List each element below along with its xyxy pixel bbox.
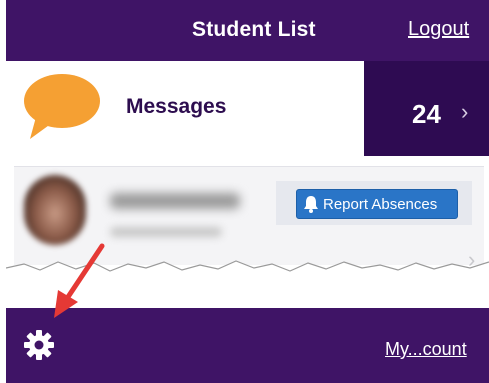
student-name-blurred (110, 193, 240, 209)
messages-count-button[interactable]: 24 › (364, 61, 489, 156)
speech-bubble-icon (24, 74, 100, 139)
page-title: Student List (192, 18, 316, 41)
student-avatar (24, 175, 86, 245)
torn-edge-divider (6, 260, 489, 280)
messages-row[interactable]: Messages 24 › (6, 61, 489, 156)
footer-bar: My...count (6, 308, 489, 383)
student-list: Report Absences › (6, 156, 489, 308)
messages-count: 24 (412, 99, 441, 129)
report-absences-label: Report Absences (323, 195, 438, 213)
gear-icon[interactable] (23, 329, 55, 361)
app-frame: Student List Logout Messages 24 › Report… (0, 0, 489, 383)
student-detail-blurred (110, 227, 222, 237)
chevron-right-icon: › (461, 99, 469, 124)
report-absences-button[interactable]: Report Absences (296, 189, 458, 219)
header-bar: Student List Logout (6, 0, 489, 61)
bell-icon (304, 196, 318, 213)
my-account-link[interactable]: My...count (385, 339, 467, 360)
messages-label: Messages (126, 95, 227, 118)
logout-link[interactable]: Logout (408, 18, 469, 41)
